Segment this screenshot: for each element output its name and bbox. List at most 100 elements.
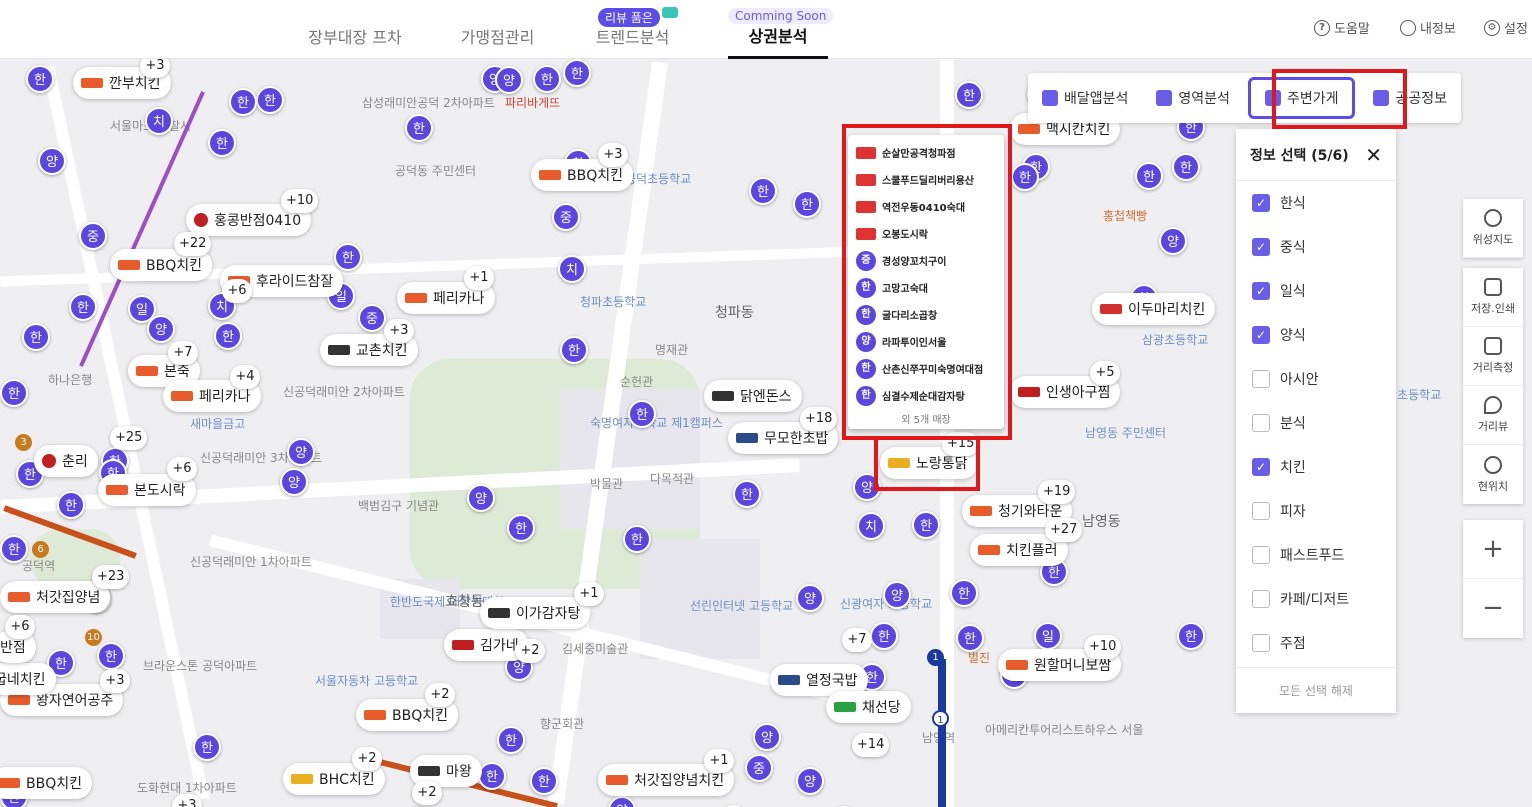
category-marker[interactable]: 양 <box>287 438 315 466</box>
category-marker[interactable]: 양 <box>38 147 66 175</box>
category-marker[interactable]: 한 <box>405 114 433 142</box>
checkbox[interactable]: ✓ <box>1252 238 1270 256</box>
category-marker[interactable]: 한 <box>530 767 558 795</box>
category-option[interactable]: 패스트푸드 <box>1236 533 1396 577</box>
category-marker[interactable]: 중 <box>79 222 107 250</box>
category-marker[interactable]: 중 <box>552 203 580 231</box>
category-option[interactable]: ✓ 양식 <box>1236 313 1396 357</box>
category-option[interactable]: 주점 <box>1236 621 1396 665</box>
checkbox[interactable]: ✓ <box>1252 282 1270 300</box>
popup-store-row[interactable]: 순살만공격청파점 <box>856 139 996 166</box>
distance-button[interactable]: 거리측정 <box>1463 327 1523 386</box>
category-marker[interactable]: 한 <box>193 733 221 761</box>
category-option[interactable]: ✓ 치킨 <box>1236 445 1396 489</box>
category-marker[interactable]: 한 <box>950 579 978 607</box>
store-card[interactable]: 굽네치킨 <box>0 663 56 695</box>
popup-store-row[interactable]: 한 굴다리소곱창 <box>856 301 996 328</box>
category-marker[interactable]: 치 <box>145 107 173 135</box>
category-marker[interactable]: 한 <box>1011 163 1039 191</box>
category-marker[interactable]: 한 <box>563 59 591 87</box>
category-marker[interactable]: 양 <box>467 484 495 512</box>
satellite-button[interactable]: 위성지도 <box>1463 199 1523 258</box>
clear-all-button[interactable]: 모든 선택 해제 <box>1236 667 1396 713</box>
close-icon[interactable]: ✕ <box>1365 143 1382 167</box>
category-marker[interactable]: 양 <box>280 468 308 496</box>
category-marker[interactable]: 한 <box>26 65 54 93</box>
tab-store-management[interactable]: 가맹점관리 <box>450 0 545 59</box>
myinfo-button[interactable]: 내정보 <box>1400 18 1456 37</box>
category-marker[interactable]: 한 <box>1135 162 1163 190</box>
tab-trend-analysis[interactable]: 트렌드분석 <box>585 0 680 59</box>
nearby-stores-button[interactable]: 주변가게 <box>1247 77 1356 119</box>
category-marker[interactable]: 양 <box>796 767 824 795</box>
category-marker[interactable]: 한 <box>1172 153 1200 181</box>
category-marker[interactable]: 한 <box>0 535 28 563</box>
category-marker[interactable]: 한 <box>793 190 821 218</box>
category-marker[interactable]: 한 <box>334 243 362 271</box>
category-marker[interactable]: 치 <box>558 255 586 283</box>
checkbox[interactable]: ✓ <box>1252 458 1270 476</box>
category-marker[interactable]: 한 <box>733 480 761 508</box>
category-option[interactable]: ✓ 중식 <box>1236 225 1396 269</box>
store-card[interactable]: 처갓집양념 <box>0 581 111 613</box>
store-card[interactable]: 닭엔돈스 <box>704 380 802 412</box>
popup-store-row[interactable]: 오봉도시락 <box>856 220 996 247</box>
category-marker[interactable]: 한 <box>912 511 940 539</box>
category-option[interactable]: ✓ 한식 <box>1236 181 1396 225</box>
checkbox[interactable]: ✓ <box>1252 326 1270 344</box>
category-marker[interactable]: 한 <box>628 400 656 428</box>
category-option[interactable]: ✓ 일식 <box>1236 269 1396 313</box>
checkbox[interactable] <box>1252 546 1270 564</box>
category-marker[interactable]: 한 <box>208 129 236 157</box>
store-card[interactable]: 채선당 <box>826 691 911 723</box>
streetview-button[interactable]: 거리뷰 <box>1463 386 1523 445</box>
category-marker[interactable]: 한 <box>533 65 561 93</box>
popup-store-row[interactable]: 역전우동0410숙대 <box>856 193 996 220</box>
public-info-button[interactable]: 공공정보 <box>1359 73 1461 123</box>
popup-store-row[interactable]: 스쿨푸드딜리버리용산 <box>856 166 996 193</box>
category-marker[interactable]: 한 <box>478 762 506 790</box>
category-marker[interactable]: 양 <box>147 315 175 343</box>
category-option[interactable]: 피자 <box>1236 489 1396 533</box>
help-button[interactable]: ? 도움말 <box>1314 18 1370 37</box>
store-card[interactable]: BBQ치킨 <box>0 767 92 799</box>
zoom-in-button[interactable]: + <box>1463 520 1523 579</box>
popup-store-row[interactable]: 한 고망고숙대 <box>856 274 996 301</box>
settings-button[interactable]: ⚙ 설정 <box>1484 18 1528 37</box>
category-marker[interactable]: 양 <box>1159 227 1187 255</box>
category-marker[interactable]: 한 <box>955 81 983 109</box>
popup-store-row[interactable]: 한 산촌신쭈꾸미숙명여대점 <box>856 355 996 382</box>
category-marker[interactable]: 한 <box>497 726 525 754</box>
checkbox[interactable] <box>1252 414 1270 432</box>
location-button[interactable]: 현위치 <box>1463 445 1523 504</box>
delivery-analysis-button[interactable]: 배달앱분석 <box>1028 73 1142 123</box>
category-marker[interactable]: 중 <box>745 754 773 782</box>
print-button[interactable]: 저장.인쇄 <box>1463 268 1523 327</box>
category-marker[interactable]: 한 <box>623 525 651 553</box>
category-marker[interactable]: 양 <box>796 584 824 612</box>
category-marker[interactable]: 한 <box>0 379 28 407</box>
category-option[interactable]: 분식 <box>1236 401 1396 445</box>
store-card[interactable]: 이두마리치킨 <box>1092 293 1216 325</box>
category-marker[interactable]: 양 <box>608 796 636 807</box>
category-option[interactable]: 아시안 <box>1236 357 1396 401</box>
category-marker[interactable]: 한 <box>22 323 50 351</box>
store-card[interactable]: 춘리 <box>34 445 98 477</box>
category-marker[interactable]: 일 <box>1034 622 1062 650</box>
category-marker[interactable]: 한 <box>57 491 85 519</box>
category-marker[interactable]: 한 <box>956 624 984 652</box>
popup-more[interactable]: 외 5개 매장 <box>856 411 996 426</box>
popup-store-row[interactable]: 한 심결수제순대감자탕 <box>856 382 996 409</box>
category-marker[interactable]: 한 <box>97 642 125 670</box>
store-card[interactable]: 이가감자탕 <box>480 597 591 629</box>
category-marker[interactable]: 한 <box>69 293 97 321</box>
category-marker[interactable]: 양 <box>853 473 881 501</box>
category-marker[interactable]: 한 <box>256 86 284 114</box>
zoom-out-button[interactable]: − <box>1463 579 1523 638</box>
category-marker[interactable]: 양 <box>753 723 781 751</box>
checkbox[interactable] <box>1252 370 1270 388</box>
category-marker[interactable]: 한 <box>507 514 535 542</box>
category-marker[interactable]: 한 <box>214 322 242 350</box>
checkbox[interactable]: ✓ <box>1252 194 1270 212</box>
popup-store-row[interactable]: 양 라파투이인서울 <box>856 328 996 355</box>
